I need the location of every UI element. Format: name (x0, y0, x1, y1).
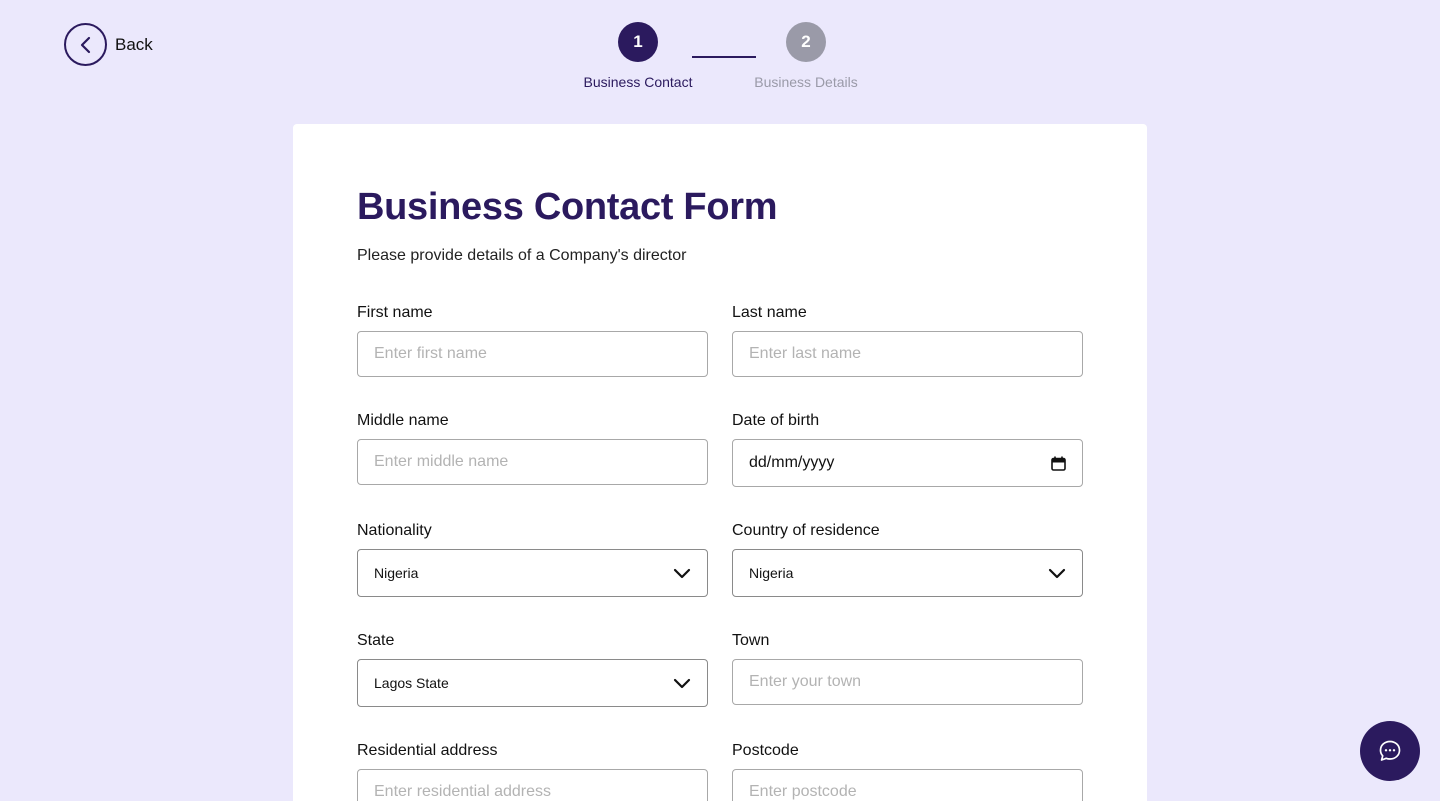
country-of-residence-select[interactable]: Nigeria (732, 549, 1083, 597)
date-of-birth-input[interactable]: dd/mm/yyyy (732, 439, 1083, 487)
nationality-field: Nationality Nigeria (357, 522, 708, 597)
step-number: 1 (618, 22, 658, 62)
town-input[interactable]: Enter your town (732, 659, 1083, 705)
town-field: Town Enter your town (732, 632, 1083, 705)
back-button[interactable]: Back (64, 23, 153, 66)
chat-button[interactable] (1360, 721, 1420, 781)
date-of-birth-value: dd/mm/yyyy (749, 454, 835, 471)
step-connector (692, 56, 756, 58)
country-of-residence-value: Nigeria (749, 565, 794, 581)
step-number: 2 (786, 22, 826, 62)
date-of-birth-field: Date of birth dd/mm/yyyy (732, 412, 1083, 487)
country-of-residence-field: Country of residence Nigeria (732, 522, 1083, 597)
postcode-input[interactable]: Enter postcode (732, 769, 1083, 801)
form-title: Business Contact Form (357, 186, 778, 228)
state-value: Lagos State (374, 675, 449, 691)
state-label: State (357, 632, 395, 649)
form-subtitle: Please provide details of a Company's di… (357, 247, 687, 264)
step-label: Business Details (754, 74, 858, 90)
residential-address-label: Residential address (357, 742, 498, 759)
chevron-down-icon (1048, 568, 1066, 578)
last-name-label: Last name (732, 304, 807, 321)
progress-stepper: 1 Business Contact 2 Business Details (584, 22, 858, 92)
middle-name-label: Middle name (357, 412, 449, 429)
first-name-input[interactable]: Enter first name (357, 331, 708, 377)
step-business-details: 2 Business Details (754, 22, 858, 90)
state-field: State Lagos State (357, 632, 708, 707)
residential-address-field: Residential address Enter residential ad… (357, 742, 708, 801)
nationality-value: Nigeria (374, 565, 419, 581)
back-label[interactable]: Back (115, 35, 153, 55)
state-select[interactable]: Lagos State (357, 659, 708, 707)
first-name-field: First name Enter first name (357, 304, 708, 377)
last-name-field: Last name Enter last name (732, 304, 1083, 377)
middle-name-input[interactable]: Enter middle name (357, 439, 708, 485)
nationality-select[interactable]: Nigeria (357, 549, 708, 597)
first-name-label: First name (357, 304, 433, 321)
step-business-contact: 1 Business Contact (584, 22, 692, 90)
chevron-left-icon (80, 36, 90, 53)
postcode-field: Postcode Enter postcode (732, 742, 1083, 801)
date-of-birth-label: Date of birth (732, 412, 820, 429)
chat-bubble-icon (1379, 740, 1401, 761)
step-label: Business Contact (583, 74, 693, 90)
middle-name-field: Middle name Enter middle name (357, 412, 708, 485)
nationality-label: Nationality (357, 522, 432, 539)
residential-address-input[interactable]: Enter residential address (357, 769, 708, 801)
back-circle[interactable] (64, 23, 107, 66)
country-of-residence-label: Country of residence (732, 522, 880, 539)
town-label: Town (732, 632, 770, 649)
chevron-down-icon (673, 678, 691, 688)
form-card: Business Contact Form Please provide det… (293, 124, 1147, 801)
last-name-input[interactable]: Enter last name (732, 331, 1083, 377)
calendar-icon[interactable] (1051, 456, 1066, 471)
chevron-down-icon (673, 568, 691, 578)
postcode-label: Postcode (732, 742, 799, 759)
